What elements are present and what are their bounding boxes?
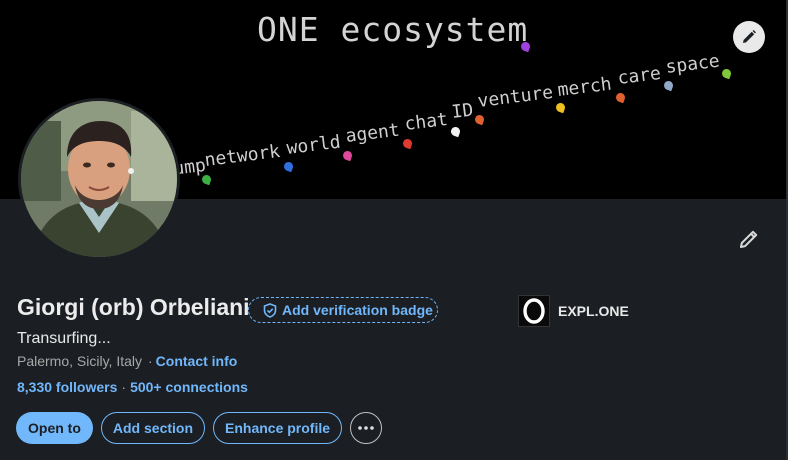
banner-edit-button[interactable]: [733, 21, 765, 53]
banner-word-space: space: [664, 50, 721, 78]
banner-dot-world: [341, 149, 354, 162]
add-verification-badge-button[interactable]: Add verification badge: [248, 297, 438, 323]
profile-headline: Transurfing...: [17, 330, 111, 347]
banner-title-dot: [519, 40, 532, 53]
followers-link[interactable]: 8,330 followers: [17, 379, 117, 395]
shield-check-icon: [263, 302, 277, 318]
profile-actions: Open to Add section Enhance profile: [16, 412, 383, 444]
enhance-profile-button[interactable]: Enhance profile: [213, 412, 343, 444]
profile-card: ONE ecosystem jump network world agent c…: [0, 0, 788, 460]
banner-dot-space: [720, 67, 733, 80]
company-name: EXPL.ONE: [558, 303, 629, 319]
banner-dot-agent: [401, 137, 414, 150]
contact-info-link[interactable]: Contact info: [156, 353, 238, 369]
banner-title: ONE ecosystem: [257, 10, 529, 49]
banner-word-network: network: [203, 140, 282, 171]
open-to-button[interactable]: Open to: [16, 412, 93, 444]
banner-dot-network: [282, 160, 295, 173]
verify-badge-label: Add verification badge: [282, 302, 433, 318]
pencil-icon: [743, 30, 756, 43]
connections-link[interactable]: 500+ connections: [130, 379, 248, 395]
banner-dot-jump: [200, 173, 213, 186]
banner-dot-venture: [554, 101, 567, 114]
banner-word-chat: chat: [403, 108, 450, 135]
location-text: Palermo, Sicily, Italy: [17, 353, 142, 369]
profile-edit-button[interactable]: [736, 226, 762, 252]
current-company[interactable]: EXPL.ONE: [518, 295, 629, 327]
company-logo-mark: [523, 298, 545, 324]
location-separator: ·: [148, 353, 153, 369]
location-row: Palermo, Sicily, Italy · Contact info: [17, 353, 237, 369]
network-stats: 8,330 followers · 500+ connections: [17, 379, 248, 395]
banner-word-care: care: [616, 62, 663, 89]
banner-word-agent: agent: [344, 119, 401, 147]
banner-dot-chat: [449, 125, 462, 138]
avatar-photo: [21, 101, 177, 257]
stats-separator: ·: [121, 379, 127, 395]
ellipsis-icon: [358, 426, 374, 430]
banner-dot-id: [473, 113, 486, 126]
pencil-icon: [740, 230, 758, 248]
add-section-button[interactable]: Add section: [100, 412, 206, 444]
banner-dot-care: [662, 79, 675, 92]
company-logo: [518, 295, 550, 327]
profile-avatar[interactable]: [18, 98, 180, 260]
banner-word-merch: merch: [556, 73, 613, 101]
banner-dot-merch: [614, 91, 627, 104]
banner-word-id: ID: [450, 99, 475, 123]
more-actions-button[interactable]: [350, 412, 383, 444]
banner-word-venture: venture: [476, 81, 555, 112]
profile-name: Giorgi (orb) Orbeliani: [17, 294, 250, 320]
banner-word-world: world: [285, 131, 342, 159]
